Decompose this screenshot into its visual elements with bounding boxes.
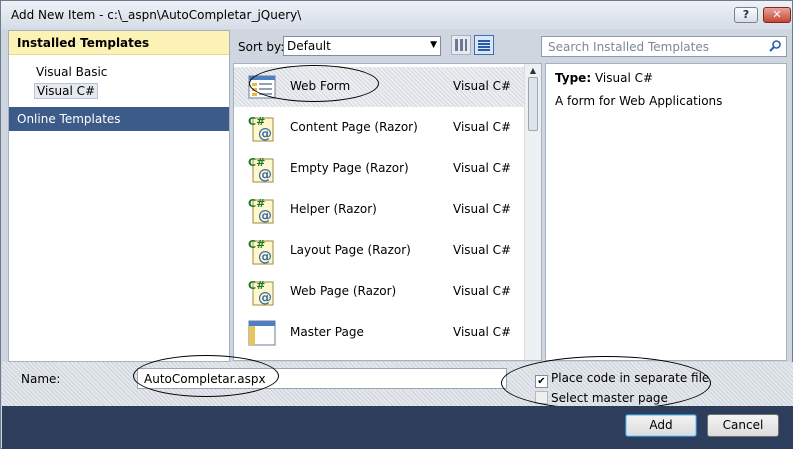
list-item[interactable]: C# @ Empty Page (Razor) Visual C# [234,149,524,189]
razor-csharp-icon: C# @ [248,238,274,265]
installed-templates-header[interactable]: Installed Templates [9,31,229,55]
template-type: Visual C# [453,79,512,93]
razor-csharp-icon: C# @ [248,115,274,142]
svg-text:@: @ [258,167,272,183]
master-page-icon [248,320,276,346]
tree-item-visual-basic[interactable]: Visual Basic [36,65,107,79]
template-name: Empty Page (Razor) [290,161,409,175]
online-templates-header[interactable]: Online Templates [9,107,229,131]
template-type: Visual C# [453,161,512,175]
svg-text:@: @ [258,126,272,142]
name-field[interactable]: AutoCompletar.aspx [137,368,507,389]
scroll-up-arrow-icon[interactable]: ▲ [527,66,539,76]
template-type-row: Type: Visual C# [555,71,653,85]
page-icon [247,359,277,361]
scroll-thumb[interactable] [528,77,538,131]
template-type: Visual C# [453,243,512,257]
close-button[interactable]: ✕ [763,7,791,23]
place-code-option[interactable]: ✔ Place code in separate file [535,371,709,388]
chevron-down-icon: ▼ [430,40,437,50]
template-type: Visual C# [453,284,512,298]
select-master-checkbox[interactable] [535,391,548,404]
sort-by-value: Default [287,39,331,53]
template-name: Content Page (Razor) [290,120,418,134]
tree-item-visual-csharp[interactable]: Visual C# [34,83,99,99]
templates-list: Web Form Visual C# C# @ Content Page (Ra… [233,63,542,361]
template-name: Helper (Razor) [290,202,377,216]
title-bar[interactable]: Add New Item - c:\_aspn\AutoCompletar_jQ… [1,1,792,29]
grid-view-icon [455,39,467,51]
template-name: Web Form [290,79,351,93]
type-label: Type: [555,71,592,85]
sort-by-label: Sort by: [238,40,285,54]
template-type: Visual C# [453,325,512,339]
place-code-checkbox[interactable]: ✔ [535,375,548,388]
help-button[interactable]: ? [734,7,758,23]
name-label: Name: [21,372,61,386]
list-scrollbar[interactable]: ▲ [524,64,541,360]
template-name: Master Page [290,325,364,339]
list-view-icon [478,39,490,51]
razor-csharp-icon: C# @ [248,156,274,183]
type-value: Visual C# [594,71,654,85]
template-description: A form for Web Applications [555,94,723,108]
list-item[interactable]: C# @ Content Page (Razor) Visual C# [234,108,524,148]
list-item-partial[interactable] [234,354,524,361]
svg-text:@: @ [258,290,272,306]
razor-csharp-icon: C# @ [248,197,274,224]
list-item[interactable]: Web Form Visual C# [234,67,524,107]
template-categories-pane: Installed Templates Visual Basic Visual … [8,30,230,362]
template-type: Visual C# [453,202,512,216]
template-name: Layout Page (Razor) [290,243,411,257]
window-title: Add New Item - c:\_aspn\AutoCompletar_jQ… [11,8,302,22]
details-view-button[interactable] [474,35,494,55]
sort-by-select[interactable]: Default ▼ [283,36,441,56]
web-form-icon [248,75,276,99]
svg-text:@: @ [258,208,272,224]
list-item[interactable]: C# @ Helper (Razor) Visual C# [234,190,524,230]
list-item[interactable]: Master Page Visual C# [234,313,524,353]
svg-text:@: @ [258,249,272,265]
place-code-label: Place code in separate file [551,371,710,385]
razor-csharp-icon: C# @ [248,279,274,306]
template-details-pane: Type: Visual C# A form for Web Applicati… [545,63,787,361]
add-button[interactable]: Add [625,414,697,437]
select-master-option[interactable]: Select master page [535,391,668,405]
template-type: Visual C# [453,120,512,134]
template-name: Web Page (Razor) [290,284,397,298]
list-item[interactable]: C# @ Layout Page (Razor) Visual C# [234,231,524,271]
search-placeholder: Search Installed Templates [548,40,709,54]
list-item[interactable]: C# @ Web Page (Razor) Visual C# [234,272,524,312]
search-input[interactable]: Search Installed Templates [541,36,787,57]
select-master-label: Select master page [551,391,668,405]
add-new-item-dialog: Add New Item - c:\_aspn\AutoCompletar_jQ… [0,0,793,449]
cancel-button[interactable]: Cancel [707,414,779,437]
small-icons-view-button[interactable] [451,35,471,55]
search-icon[interactable] [768,39,782,53]
